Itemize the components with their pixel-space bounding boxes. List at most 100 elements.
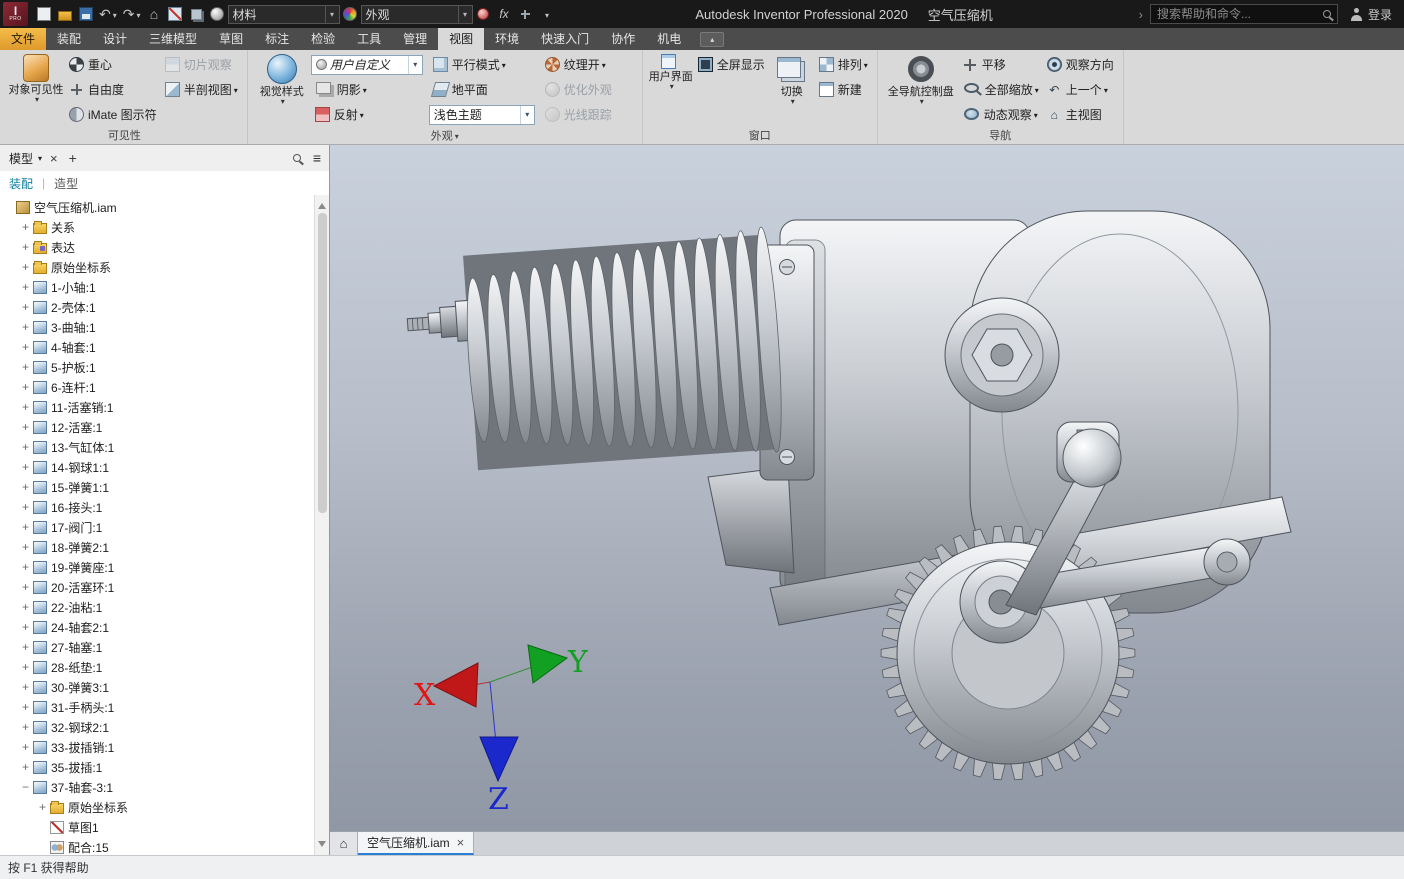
- tree-item[interactable]: +30-弹簧3:1: [0, 677, 313, 697]
- tree-expander-icon[interactable]: +: [19, 760, 32, 774]
- tree-expander-icon[interactable]: +: [19, 520, 32, 534]
- tree-expander-icon[interactable]: +: [19, 420, 32, 434]
- document-tab[interactable]: 空气压缩机.iam ×: [358, 832, 475, 855]
- shadows-button[interactable]: 阴影: [311, 77, 429, 102]
- home-tab-button[interactable]: ⌂: [330, 832, 358, 855]
- tree-expander-icon[interactable]: +: [19, 700, 32, 714]
- tree-item[interactable]: 草图1: [0, 817, 313, 837]
- tree-expander-icon[interactable]: +: [19, 680, 32, 694]
- group-label-window[interactable]: 窗口: [648, 129, 872, 144]
- tree-expander-icon[interactable]: −: [19, 780, 32, 794]
- tree-item[interactable]: +14-钢球1:1: [0, 457, 313, 477]
- home-button[interactable]: ⌂: [144, 2, 165, 26]
- theme-combo[interactable]: 浅色主题: [428, 104, 535, 125]
- zoom-all-button[interactable]: 全部缩放: [959, 77, 1043, 102]
- tree-expander-icon[interactable]: +: [19, 300, 32, 314]
- material-combo[interactable]: 材料: [227, 4, 340, 24]
- reflections-button[interactable]: 反射: [311, 102, 429, 127]
- ribbon-tab-2[interactable]: 设计: [92, 28, 138, 50]
- new-file-button[interactable]: [33, 2, 54, 26]
- ground-plane-button[interactable]: 地平面: [429, 77, 541, 102]
- tree-item[interactable]: +1-小轴:1: [0, 277, 313, 297]
- tree-expander-icon[interactable]: +: [19, 620, 32, 634]
- ribbon-tab-9[interactable]: 视图: [438, 28, 485, 50]
- browser-menu-button[interactable]: ≡: [313, 150, 321, 166]
- tree-expander-icon[interactable]: +: [19, 500, 32, 514]
- tree-item[interactable]: +11-活塞销:1: [0, 397, 313, 417]
- close-tab-icon[interactable]: ×: [457, 835, 465, 850]
- ribbon-tab-5[interactable]: 标注: [254, 28, 300, 50]
- appearance-combo[interactable]: 外观: [360, 4, 473, 24]
- tree-expander-icon[interactable]: +: [19, 220, 32, 234]
- tree-expander-icon[interactable]: +: [19, 340, 32, 354]
- tree-item[interactable]: +28-纸垫:1: [0, 657, 313, 677]
- object-visibility-button[interactable]: 对象可见性: [7, 52, 65, 105]
- tree-item[interactable]: +24-轴套2:1: [0, 617, 313, 637]
- group-label-appearance[interactable]: 外观: [253, 129, 637, 144]
- browser-tab-model[interactable]: 模型: [6, 150, 45, 167]
- tree-expander-icon[interactable]: +: [19, 600, 32, 614]
- layers-button[interactable]: [186, 2, 207, 26]
- visual-style-button[interactable]: 视觉样式: [253, 52, 311, 107]
- ribbon-tab-1[interactable]: 装配: [46, 28, 92, 50]
- tree-expander-icon[interactable]: +: [19, 400, 32, 414]
- tree-item[interactable]: + 原始坐标系: [0, 797, 313, 817]
- new-window-button[interactable]: 新建: [815, 77, 866, 102]
- scroll-down-icon[interactable]: [318, 841, 326, 851]
- user-interface-button[interactable]: 用户界面: [648, 52, 694, 92]
- browser-scrollbar[interactable]: [314, 195, 329, 855]
- tree-item[interactable]: +20-活塞环:1: [0, 577, 313, 597]
- appearance-style-combo[interactable]: 用户自定义: [310, 54, 423, 75]
- tree-expander-icon[interactable]: +: [19, 480, 32, 494]
- arrange-button[interactable]: 排列: [815, 52, 872, 77]
- open-button[interactable]: [54, 2, 75, 26]
- tree-item[interactable]: +4-轴套:1: [0, 337, 313, 357]
- tree-item[interactable]: +19-弹簧座:1: [0, 557, 313, 577]
- home-view-button[interactable]: ⌂ 主视图: [1043, 102, 1106, 127]
- browser-close-button[interactable]: ×: [50, 151, 58, 166]
- tree-item[interactable]: +35-拔插:1: [0, 757, 313, 777]
- browser-search-button[interactable]: [292, 154, 301, 162]
- undo-button[interactable]: ↶: [96, 2, 120, 26]
- tree-expander-icon[interactable]: +: [19, 560, 32, 574]
- half-section-button[interactable]: 半剖视图: [161, 77, 242, 102]
- look-at-button[interactable]: 观察方向: [1043, 52, 1118, 77]
- ribbon-tab-6[interactable]: 检验: [300, 28, 346, 50]
- tree-expander-icon[interactable]: +: [19, 440, 32, 454]
- tree-expander-icon[interactable]: +: [19, 640, 32, 654]
- ribbon-collapse-button[interactable]: ▴: [700, 31, 725, 47]
- tree-item[interactable]: +18-弹簧2:1: [0, 537, 313, 557]
- tree-item[interactable]: +5-护板:1: [0, 357, 313, 377]
- tree-expander-icon[interactable]: +: [36, 800, 49, 814]
- parameters-button[interactable]: fx: [494, 2, 515, 26]
- pan-button[interactable]: 平移: [959, 52, 1010, 77]
- ribbon-tab-11[interactable]: 快速入门: [530, 28, 600, 50]
- tree-expander-icon[interactable]: +: [19, 720, 32, 734]
- search-input[interactable]: [1156, 7, 1323, 21]
- tree-item[interactable]: +15-弹簧1:1: [0, 477, 313, 497]
- tree-item[interactable]: +6-连杆:1: [0, 377, 313, 397]
- tree-expander-icon[interactable]: +: [19, 280, 32, 294]
- ribbon-tab-3[interactable]: 三维模型: [138, 28, 208, 50]
- orthographic-button[interactable]: 平行模式: [429, 52, 541, 77]
- tree-expander-icon[interactable]: +: [19, 380, 32, 394]
- subtab-modeling[interactable]: 造型: [54, 175, 78, 192]
- sign-in-button[interactable]: 登录: [1350, 6, 1392, 23]
- subtab-assembly[interactable]: 装配: [9, 175, 33, 192]
- scroll-up-icon[interactable]: [318, 199, 326, 209]
- tree-item[interactable]: 空气压缩机.iam: [0, 197, 313, 217]
- save-button[interactable]: [75, 2, 96, 26]
- tree-item[interactable]: + 关系: [0, 217, 313, 237]
- tree-item[interactable]: + 原始坐标系: [0, 257, 313, 277]
- ribbon-tab-0[interactable]: 文件: [0, 28, 47, 50]
- center-of-gravity-button[interactable]: 重心: [65, 52, 116, 77]
- tree-expander-icon[interactable]: +: [19, 460, 32, 474]
- tree-item[interactable]: 配合:15: [0, 837, 313, 855]
- group-label-navigate[interactable]: 导航: [883, 129, 1118, 144]
- qat-customize-button[interactable]: [536, 2, 557, 26]
- tree-expander-icon[interactable]: +: [19, 240, 32, 254]
- tree-item[interactable]: + 表达: [0, 237, 313, 257]
- redo-button[interactable]: ↷: [120, 2, 144, 26]
- tree-expander-icon[interactable]: +: [19, 660, 32, 674]
- tree-item[interactable]: +31-手柄头:1: [0, 697, 313, 717]
